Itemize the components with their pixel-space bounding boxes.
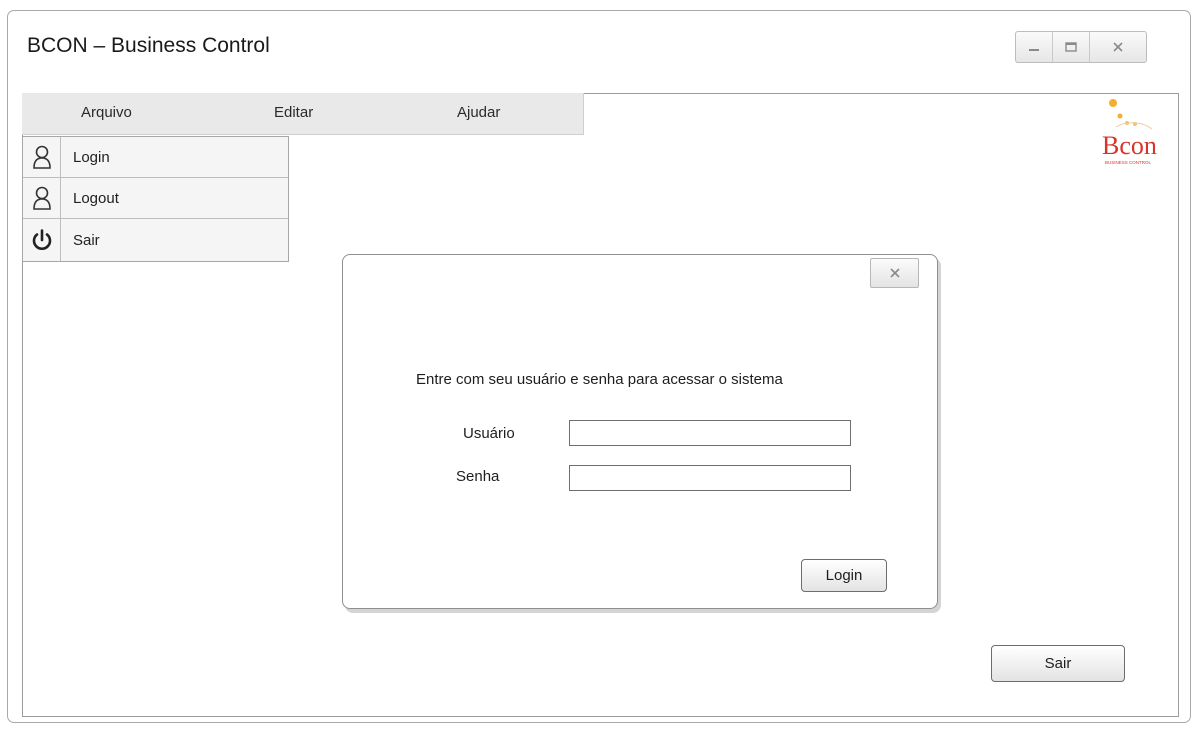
username-input[interactable] bbox=[569, 420, 851, 446]
power-icon bbox=[23, 219, 61, 261]
window-title: BCON – Business Control bbox=[27, 34, 270, 57]
password-input[interactable] bbox=[569, 465, 851, 491]
menu-arquivo[interactable]: Arquivo bbox=[81, 104, 132, 121]
menu-item-sair[interactable]: Sair bbox=[23, 219, 288, 261]
close-icon bbox=[889, 268, 900, 278]
username-label: Usuário bbox=[463, 425, 515, 442]
close-button[interactable] bbox=[1089, 32, 1146, 62]
menu-ajudar[interactable]: Ajudar bbox=[457, 104, 500, 121]
minimize-button[interactable] bbox=[1016, 32, 1052, 62]
close-icon bbox=[1113, 42, 1123, 52]
exit-button[interactable]: Sair bbox=[991, 645, 1125, 682]
dialog-close-button[interactable] bbox=[870, 258, 919, 288]
menu-item-logout[interactable]: Logout bbox=[23, 178, 288, 219]
menu-bar: Arquivo Editar Ajudar bbox=[22, 93, 584, 135]
login-message: Entre com seu usuário e senha para acess… bbox=[416, 371, 783, 388]
bcon-logo: Bcon BUSINESS CONTROL bbox=[1080, 97, 1180, 172]
login-button[interactable]: Login bbox=[801, 559, 887, 592]
svg-text:BUSINESS CONTROL: BUSINESS CONTROL bbox=[1105, 160, 1152, 165]
window-controls bbox=[1015, 31, 1147, 63]
minimize-icon bbox=[1029, 49, 1039, 51]
user-icon bbox=[23, 137, 61, 177]
arquivo-dropdown-menu: Login Logout Sair bbox=[22, 136, 289, 262]
login-dialog: Entre com seu usuário e senha para acess… bbox=[342, 254, 938, 609]
maximize-button[interactable] bbox=[1052, 32, 1089, 62]
menu-editar[interactable]: Editar bbox=[274, 104, 313, 121]
user-icon bbox=[23, 178, 61, 218]
menu-item-login[interactable]: Login bbox=[23, 137, 288, 178]
menu-item-label: Logout bbox=[73, 189, 119, 207]
menu-item-label: Login bbox=[73, 148, 110, 166]
maximize-icon bbox=[1065, 42, 1077, 52]
password-label: Senha bbox=[456, 468, 500, 485]
svg-text:Bcon: Bcon bbox=[1102, 131, 1157, 160]
menu-item-label: Sair bbox=[73, 231, 100, 249]
